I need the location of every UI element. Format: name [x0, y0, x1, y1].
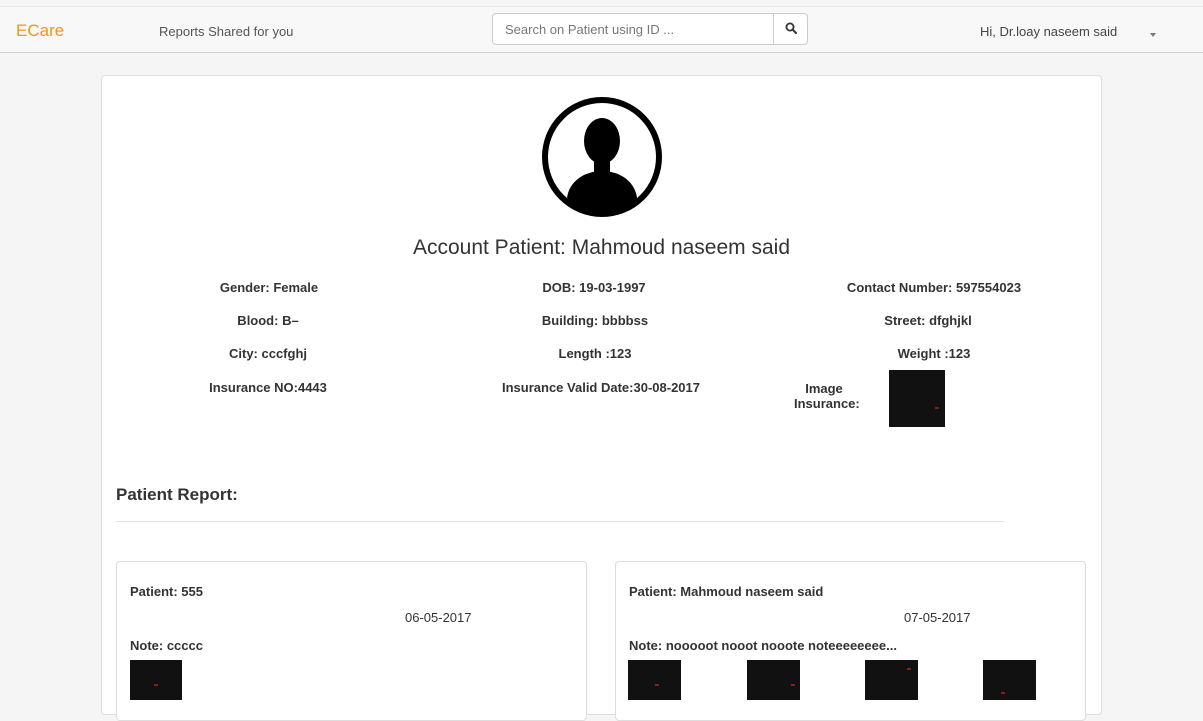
nav-reports-shared-link[interactable]: Reports Shared for you	[159, 24, 293, 39]
report-note-2: Note: nooooot nooot nooote noteeeeeeee..…	[629, 638, 897, 653]
user-avatar-icon	[542, 97, 662, 217]
report-image[interactable]	[865, 660, 918, 700]
caret-down-icon[interactable]	[1150, 33, 1156, 37]
report-note-1: Note: ccccc	[130, 638, 203, 653]
patient-report-heading: Patient Report:	[116, 485, 238, 504]
image-mark	[935, 407, 939, 409]
image-insurance-label: Image Insurance:	[794, 381, 860, 411]
blood-field: Blood: B–	[237, 313, 299, 328]
report-image[interactable]	[130, 660, 182, 700]
report-image[interactable]	[747, 660, 800, 700]
patient-search	[492, 13, 808, 45]
contact-number-field: Contact Number: 597554023	[846, 280, 1022, 295]
search-icon	[785, 22, 797, 34]
image-insurance-label-line2: Insurance:	[794, 396, 860, 411]
gender-field: Gender: Female	[219, 280, 319, 295]
report-image[interactable]	[628, 660, 681, 700]
section-divider	[116, 521, 1004, 522]
image-mark	[154, 684, 158, 686]
top-navbar: ECare Reports Shared for you Hi, Dr.loay…	[0, 6, 1203, 53]
report-date-1: 06-05-2017	[405, 610, 472, 625]
user-greeting[interactable]: Hi, Dr.loay naseem said	[980, 24, 1117, 39]
report-date-2: 07-05-2017	[904, 610, 971, 625]
city-field: City: cccfghj	[228, 346, 308, 361]
weight-field: Weight :123	[897, 346, 971, 361]
street-field: Street: dfghjkl	[884, 313, 972, 328]
image-mark	[655, 684, 659, 686]
brand-logo[interactable]: ECare	[16, 21, 64, 41]
length-field: Length :123	[558, 346, 632, 361]
image-mark	[907, 668, 911, 670]
report-patient-2: Patient: Mahmoud naseem said	[629, 584, 824, 599]
report-image[interactable]	[983, 660, 1036, 700]
building-field: Building: bbbbss	[541, 313, 649, 328]
dob-field: DOB: 19-03-1997	[542, 280, 646, 295]
image-mark	[791, 684, 795, 686]
report-patient-1: Patient: 555	[130, 584, 203, 599]
insurance-no-field: Insurance NO:4443	[209, 380, 327, 395]
search-input[interactable]	[492, 13, 774, 45]
search-button[interactable]	[773, 13, 808, 45]
image-insurance-label-line1: Image	[805, 381, 843, 396]
patient-title: Account Patient: Mahmoud naseem said	[412, 236, 791, 259]
insurance-valid-date-field: Insurance Valid Date:30-08-2017	[502, 380, 700, 395]
insurance-image[interactable]	[889, 370, 945, 427]
